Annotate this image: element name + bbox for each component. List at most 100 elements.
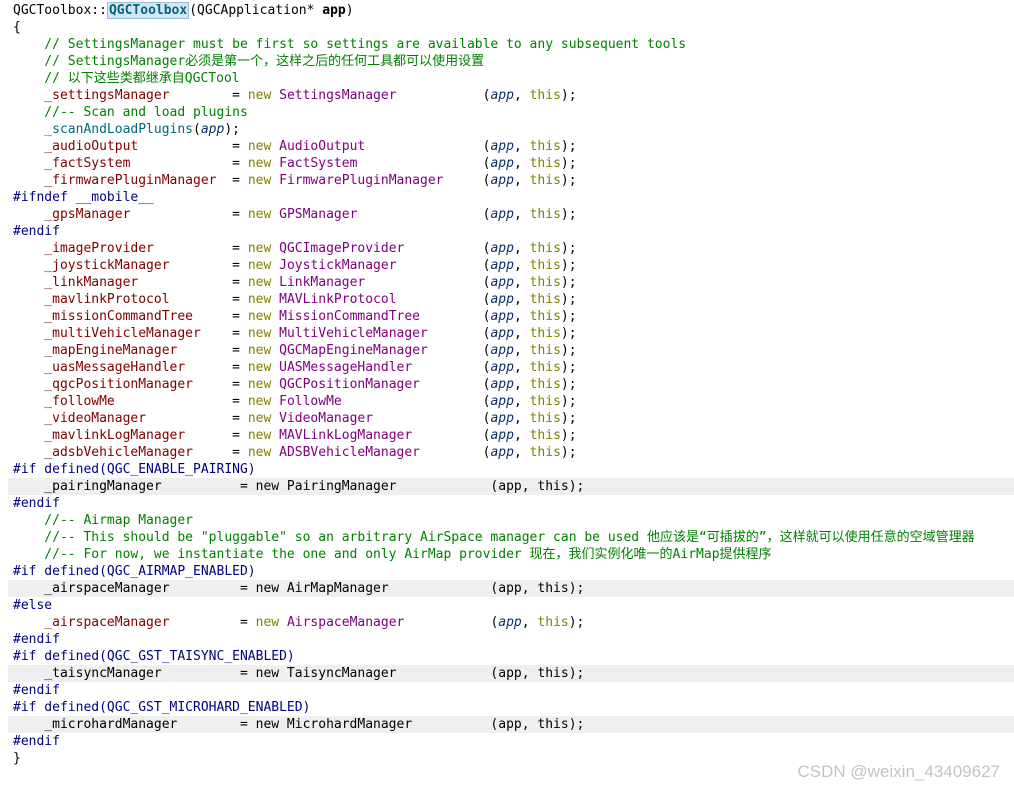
code-token: new <box>247 139 272 154</box>
code-token: MAVLinkProtocol <box>279 292 397 307</box>
code-token: ( <box>373 411 491 426</box>
code-token: #endif <box>13 734 60 749</box>
code-token: app <box>490 292 514 307</box>
code-token: _factSystem <box>13 156 131 171</box>
code-token: = <box>169 292 248 307</box>
code-token: _uasMessageHandler <box>13 360 186 375</box>
code-token: new <box>247 275 272 290</box>
code-line[interactable]: _qgcPositionManager = new QGCPositionMan… <box>8 376 1014 393</box>
code-token: #endif <box>13 496 60 511</box>
code-token: AirspaceManager <box>286 615 405 630</box>
code-token: = <box>200 326 248 341</box>
code-line-inactive[interactable]: _pairingManager = new PairingManager (ap… <box>8 478 1014 495</box>
highlighted-identifier: QGCToolbox <box>106 2 190 19</box>
code-token: } <box>13 751 21 766</box>
code-line[interactable]: // 以下这些类都继承自QGCTool <box>8 70 1014 87</box>
code-line-inactive[interactable]: _microhardManager = new MicrohardManager… <box>8 716 1014 733</box>
code-line[interactable]: _videoManager = new VideoManager (app, t… <box>8 410 1014 427</box>
code-line[interactable]: _imageProvider = new QGCImageProvider (a… <box>8 240 1014 257</box>
code-line[interactable]: _settingsManager = new SettingsManager (… <box>8 87 1014 104</box>
code-token: ( <box>404 241 491 256</box>
code-line[interactable]: #ifndef __mobile__ <box>8 189 1014 206</box>
code-line[interactable]: _uasMessageHandler = new UASMessageHandl… <box>8 359 1014 376</box>
code-token: ( <box>341 394 491 409</box>
code-token: this <box>529 445 561 460</box>
code-token: MultiVehicleManager <box>279 326 428 341</box>
code-token: ); <box>568 615 585 630</box>
code-token: ); <box>560 428 577 443</box>
code-line[interactable]: _linkManager = new LinkManager (app, thi… <box>8 274 1014 291</box>
code-line[interactable]: #endif <box>8 733 1014 750</box>
code-token: #if defined(QGC_GST_MICROHARD_ENABLED) <box>13 700 311 715</box>
code-editor[interactable]: QGCToolbox:: QGCToolbox (QGCApplication* a… <box>0 0 1014 788</box>
code-token: ( <box>365 275 491 290</box>
code-token: new <box>247 428 272 443</box>
code-line[interactable]: _mapEngineManager = new QGCMapEngineMana… <box>8 342 1014 359</box>
code-line[interactable]: _adsbVehicleManager = new ADSBVehicleMan… <box>8 444 1014 461</box>
code-token: _mapEngineManager <box>13 343 178 358</box>
code-token: = <box>177 343 248 358</box>
code-token: app <box>490 258 514 273</box>
code-token: app <box>498 615 522 630</box>
code-line[interactable]: #if defined(QGC_ENABLE_PAIRING) <box>8 461 1014 478</box>
code-line[interactable]: _joystickManager = new JoystickManager (… <box>8 257 1014 274</box>
code-line[interactable]: _mavlinkProtocol = new MAVLinkProtocol (… <box>8 291 1014 308</box>
code-line[interactable]: #endif <box>8 631 1014 648</box>
code-token: ( <box>396 258 491 273</box>
code-line[interactable]: _followMe = new FollowMe (app, this); <box>8 393 1014 410</box>
code-token: LinkManager <box>279 275 366 290</box>
code-line[interactable]: _missionCommandTree = new MissionCommand… <box>8 308 1014 325</box>
code-line[interactable]: QGCToolbox:: QGCToolbox (QGCApplication* a… <box>8 2 1014 19</box>
code-token: , <box>513 360 530 375</box>
code-line[interactable]: _firmwarePluginManager = new FirmwarePlu… <box>8 172 1014 189</box>
code-line[interactable]: #if defined(QGC_GST_TAISYNC_ENABLED) <box>8 648 1014 665</box>
code-line[interactable]: //-- Airmap Manager <box>8 512 1014 529</box>
code-token: app <box>490 428 514 443</box>
code-token: ( <box>427 326 491 341</box>
code-line-inactive[interactable]: _airspaceManager = new AirMapManager (ap… <box>8 580 1014 597</box>
code-line[interactable]: #if defined(QGC_AIRMAP_ENABLED) <box>8 563 1014 580</box>
code-token: this <box>529 394 561 409</box>
code-token: _imageProvider <box>13 241 154 256</box>
code-token: QGCToolbox <box>13 3 92 18</box>
code-token: this <box>529 360 561 375</box>
code-token: this <box>529 241 561 256</box>
code-line[interactable]: _scanAndLoadPlugins(app); <box>8 121 1014 138</box>
code-line[interactable]: _multiVehicleManager = new MultiVehicleM… <box>8 325 1014 342</box>
code-line[interactable]: #endif <box>8 495 1014 512</box>
code-line[interactable]: _mavlinkLogManager = new MAVLinkLogManag… <box>8 427 1014 444</box>
code-line[interactable]: { <box>8 19 1014 36</box>
code-token: this <box>529 343 561 358</box>
code-token: new <box>247 343 272 358</box>
code-token: new <box>247 445 272 460</box>
code-line[interactable]: //-- This should be "pluggable" so an ar… <box>8 529 1014 546</box>
code-token: new <box>247 394 272 409</box>
code-line[interactable]: _audioOutput = new AudioOutput (app, thi… <box>8 138 1014 155</box>
code-token: new <box>247 207 272 222</box>
code-line[interactable]: _airspaceManager = new AirspaceManager (… <box>8 614 1014 631</box>
code-line[interactable]: //-- Scan and load plugins <box>8 104 1014 121</box>
code-token: , <box>513 309 530 324</box>
code-line[interactable]: _factSystem = new FactSystem (app, this)… <box>8 155 1014 172</box>
code-token: this <box>529 428 561 443</box>
code-line[interactable]: // SettingsManager必须是第一个，这样之后的任何工具都可以使用设… <box>8 53 1014 70</box>
code-token: this <box>529 377 561 392</box>
code-line[interactable]: #endif <box>8 223 1014 240</box>
code-line[interactable]: _gpsManager = new GPSManager (app, this)… <box>8 206 1014 223</box>
code-line[interactable]: #endif <box>8 682 1014 699</box>
code-line-inactive[interactable]: _taisyncManager = new TaisyncManager (ap… <box>8 665 1014 682</box>
code-token: ( <box>365 139 491 154</box>
code-line[interactable]: #else <box>8 597 1014 614</box>
code-line[interactable]: #if defined(QGC_GST_MICROHARD_ENABLED) <box>8 699 1014 716</box>
code-token: SettingsManager <box>279 88 397 103</box>
code-token: ( <box>396 292 491 307</box>
code-token: = <box>146 411 248 426</box>
code-token: VideoManager <box>279 411 374 426</box>
code-line[interactable]: //-- For now, we instantiate the one and… <box>8 546 1014 563</box>
code-line[interactable]: // SettingsManager must be first so sett… <box>8 36 1014 53</box>
code-token: ); <box>560 411 577 426</box>
